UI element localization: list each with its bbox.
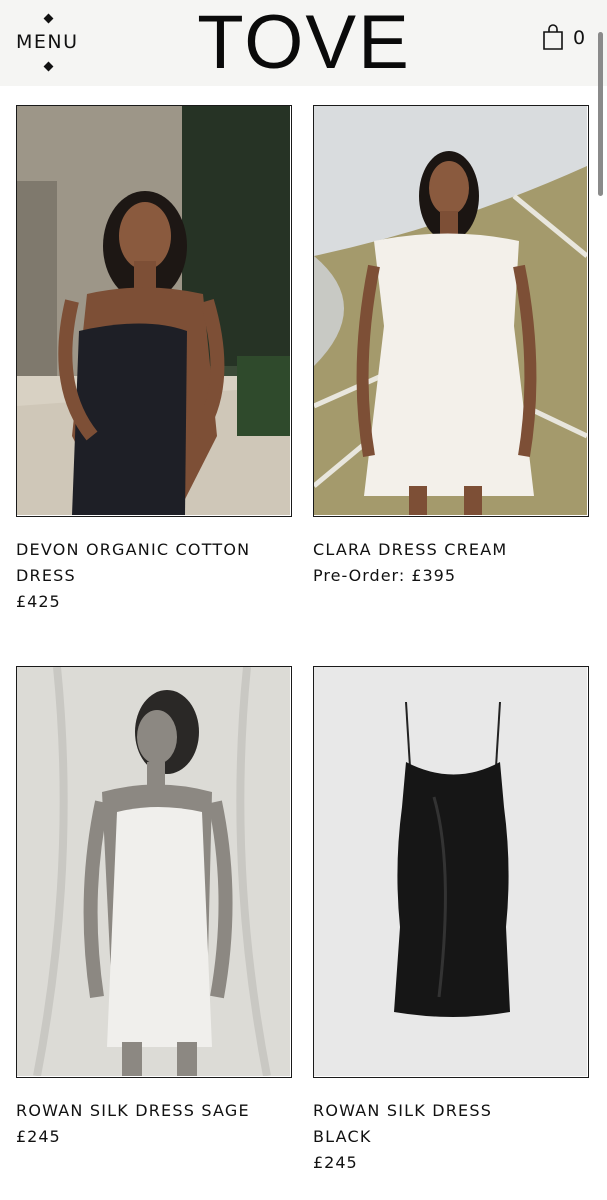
product-image[interactable] — [313, 666, 589, 1078]
menu-label: MENU — [16, 31, 79, 53]
shopping-bag-icon — [543, 24, 563, 50]
product-card[interactable]: DEVON ORGANIC COTTON DRESS £425 — [16, 105, 292, 615]
product-card[interactable]: ROWAN SILK DRESS BLACK £245 — [313, 666, 589, 1176]
site-header: MENU TOVE 0 — [0, 0, 607, 86]
scrollbar[interactable] — [598, 32, 603, 196]
product-price: Pre-Order: £395 — [313, 566, 457, 585]
cart-button[interactable]: 0 — [540, 24, 592, 58]
product-price: £425 — [16, 592, 61, 611]
product-image[interactable] — [16, 666, 292, 1078]
cart-count: 0 — [573, 27, 586, 49]
product-card[interactable]: CLARA DRESS CREAM Pre-Order: £395 — [313, 105, 589, 589]
product-card[interactable]: ROWAN SILK DRESS SAGE £245 — [16, 666, 292, 1150]
product-title[interactable]: DEVON ORGANIC COTTON DRESS — [16, 537, 256, 589]
product-title[interactable]: ROWAN SILK DRESS BLACK — [313, 1098, 553, 1150]
menu-button[interactable]: MENU — [16, 12, 86, 74]
diamond-icon — [43, 13, 54, 24]
product-title[interactable]: ROWAN SILK DRESS SAGE — [16, 1098, 256, 1124]
product-title[interactable]: CLARA DRESS CREAM — [313, 537, 553, 563]
product-price: £245 — [313, 1153, 358, 1172]
product-price: £245 — [16, 1127, 61, 1146]
diamond-icon — [43, 61, 54, 72]
product-image[interactable] — [16, 105, 292, 517]
product-image[interactable] — [313, 105, 589, 517]
brand-logo[interactable]: TOVE — [196, 4, 412, 82]
